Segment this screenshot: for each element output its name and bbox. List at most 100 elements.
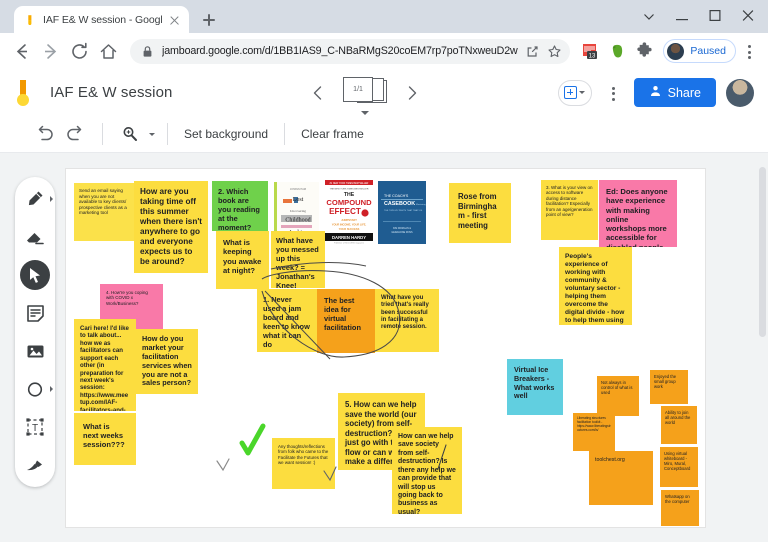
sticky-note[interactable]: 3. What is your view on access to softwa… — [541, 180, 598, 240]
reload-icon[interactable] — [66, 38, 93, 65]
sticky-note[interactable]: Ed: Does anyone have experience with mak… — [599, 180, 677, 247]
sticky-note[interactable]: What have you messed up this week? = Jon… — [271, 231, 325, 288]
shape-options-arrow-icon[interactable] — [50, 386, 53, 392]
sticky-note[interactable]: People's experience of working with comm… — [559, 247, 632, 325]
sticky-note[interactable]: Virtual Ice Breakers - What works well — [507, 359, 563, 415]
share-label: Share — [667, 85, 701, 100]
sticky-note[interactable]: The best idea for virtual facilitation — [317, 289, 375, 353]
evernote-extension-icon[interactable] — [607, 41, 628, 62]
sticky-note[interactable]: How are you taking time off this summer … — [134, 181, 208, 273]
tab-close-icon[interactable] — [168, 14, 181, 27]
sticky-note[interactable]: How can we help save society from self-d… — [392, 427, 462, 514]
chevron-down-icon[interactable] — [632, 4, 665, 29]
sticky-note[interactable]: Rose from Birmingham - first meeting — [449, 183, 511, 243]
svg-text:Lost: Lost — [293, 197, 304, 203]
sticky-note[interactable]: Send an email saying when you are not av… — [74, 183, 134, 241]
forward-arrow-icon[interactable] — [37, 38, 64, 65]
zoom-chevron-down-icon[interactable] — [149, 132, 155, 136]
browser-menu-icon[interactable] — [738, 38, 760, 64]
redo-icon[interactable] — [60, 119, 90, 149]
sticky-note[interactable]: 2. Which book are you reading at the mom… — [212, 181, 268, 231]
share-icon[interactable] — [525, 44, 540, 59]
laser-tool[interactable] — [20, 450, 50, 480]
jamboard-app: IAF E& W session 1/1 Share Set backgroun… — [0, 69, 768, 542]
zoom-icon[interactable] — [115, 119, 145, 149]
jam-board-canvas[interactable]: JOHANN HARI Lost Uncovering Childhood Ar… — [65, 168, 706, 528]
svg-text:Childhood: Childhood — [285, 218, 310, 224]
svg-text:YOUR INCOME, YOUR LIFE,: YOUR INCOME, YOUR LIFE, — [332, 223, 367, 227]
sticky-note[interactable]: What is keeping you awake at night? — [216, 231, 269, 289]
chevron-down-icon[interactable] — [361, 110, 370, 115]
url-text: jamboard.google.com/d/1BB1IAS9_C-NBaRMgS… — [162, 45, 519, 57]
sticky-note[interactable]: toolchest.org — [589, 451, 653, 505]
sticky-note[interactable]: Whatsapp on the computer — [661, 490, 699, 526]
star-icon[interactable] — [547, 44, 562, 59]
sticky-note[interactable]: Using virtual whiteboard - Miro, Mural, … — [660, 447, 698, 487]
image-tool[interactable] — [20, 336, 50, 366]
jamboard-toolbar: Set background Clear frame — [0, 116, 768, 153]
shape-tool[interactable] — [20, 374, 53, 404]
jamboard-header: IAF E& W session 1/1 Share — [0, 69, 768, 116]
profile-avatar — [666, 41, 686, 61]
lock-icon — [140, 44, 155, 59]
minimize-icon[interactable] — [665, 4, 698, 29]
chevron-right-icon[interactable] — [401, 82, 423, 104]
home-icon[interactable] — [95, 38, 122, 65]
account-avatar[interactable] — [725, 78, 754, 107]
frame-counter[interactable]: 1/1 — [343, 76, 388, 115]
sticky-note-tool[interactable] — [20, 298, 50, 328]
svg-text:THE TWELVE TRAITS THAT TRAP US: THE TWELVE TRAITS THAT TRAP US — [384, 209, 423, 212]
set-background-button[interactable]: Set background — [180, 127, 272, 141]
address-bar[interactable]: jamboard.google.com/d/1BB1IAS9_C-NBaRMgS… — [130, 38, 571, 64]
sticky-note[interactable]: 1. Never used a jam board and keen to kn… — [257, 289, 317, 352]
sticky-note[interactable]: What have you tried that's really been s… — [375, 289, 439, 352]
frame-navigation: 1/1 — [307, 76, 423, 115]
browser-window: IAF E& W session - Google Jamb — [0, 0, 768, 542]
jam-title: IAF E& W session — [50, 84, 173, 101]
sticky-note[interactable]: Enjoyed the small group work — [650, 370, 688, 404]
pen-tool[interactable] — [20, 184, 53, 214]
tab-title: IAF E& W session - Google Jamb — [43, 14, 162, 26]
text-box-tool[interactable]: T — [20, 412, 50, 442]
maximize-icon[interactable] — [698, 4, 731, 29]
svg-text:GERALDINE ROSS: GERALDINE ROSS — [391, 231, 413, 234]
book-cover-image[interactable]: THE COACH'S CASEBOOK Mastering THE TWELV… — [378, 181, 426, 244]
svg-text:Mastering: Mastering — [416, 203, 426, 206]
calendar-extension-icon[interactable]: 13 — [580, 41, 601, 62]
jamboard-favicon-icon — [24, 14, 37, 27]
sticky-note[interactable]: How do you market your facilitation serv… — [136, 329, 198, 394]
sticky-note[interactable]: Cari here! I'd like to talk about... how… — [74, 319, 136, 411]
jam-more-menu-icon[interactable] — [602, 80, 624, 106]
window-close-icon[interactable] — [731, 4, 764, 29]
select-tool[interactable] — [20, 260, 50, 290]
clear-frame-button[interactable]: Clear frame — [297, 127, 368, 141]
eraser-tool[interactable] — [20, 222, 50, 252]
vertical-scrollbar[interactable] — [758, 153, 767, 542]
book-cover-image[interactable]: #1 NEW YORK TIMES BESTSELLER THE NEW YOR… — [325, 180, 373, 245]
svg-text:THE COACH'S: THE COACH'S — [384, 194, 409, 198]
svg-text:Uncovering: Uncovering — [290, 209, 306, 213]
chevron-left-icon[interactable] — [307, 82, 329, 104]
svg-text:YOUR SUCCESS: YOUR SUCCESS — [339, 227, 360, 231]
svg-text:THE NEW YORK TIMES BESTSELLER: THE NEW YORK TIMES BESTSELLER — [330, 189, 369, 191]
new-tab-button[interactable] — [196, 7, 222, 33]
add-frame-button[interactable] — [557, 79, 592, 106]
sticky-note[interactable]: Any thoughts/reflections from folk who c… — [272, 438, 335, 489]
sticky-note[interactable]: What is next weeks session??? — [74, 413, 136, 465]
profile-chip[interactable]: Paused — [663, 39, 736, 63]
share-person-icon — [649, 85, 662, 101]
svg-text:JOHANN HARI: JOHANN HARI — [290, 188, 307, 191]
puzzle-extension-icon[interactable] — [634, 41, 655, 62]
undo-icon[interactable] — [30, 119, 60, 149]
toolbar-divider — [102, 123, 103, 145]
share-button[interactable]: Share — [633, 78, 716, 107]
sticky-note[interactable]: Liberating structures facilitation toolk… — [573, 413, 615, 451]
pen-options-arrow-icon[interactable] — [50, 196, 53, 202]
svg-text:JUMPSTART: JUMPSTART — [341, 218, 357, 222]
scrollbar-thumb[interactable] — [759, 167, 766, 337]
sticky-note[interactable]: Ability to join all around the world — [661, 406, 697, 444]
sticky-note[interactable]: Not always in control of what is used — [597, 376, 639, 416]
back-arrow-icon[interactable] — [8, 38, 35, 65]
svg-text:Publisher of SUCCESS magazine: Publisher of SUCCESS magazine — [334, 243, 365, 245]
browser-tab[interactable]: IAF E& W session - Google Jamb — [14, 6, 189, 34]
